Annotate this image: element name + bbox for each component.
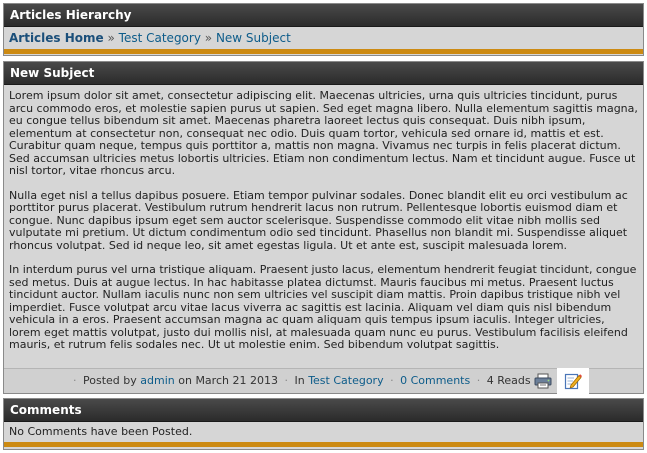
- comments-header: Comments: [4, 399, 643, 422]
- comments-link[interactable]: 0 Comments: [400, 374, 470, 387]
- author-link[interactable]: admin: [140, 374, 174, 387]
- breadcrumb-separator: »: [204, 31, 213, 45]
- breadcrumb-home-link[interactable]: Articles Home: [9, 31, 104, 45]
- printer-icon[interactable]: [532, 371, 554, 390]
- accent-divider: [4, 442, 643, 447]
- edit-icon[interactable]: [557, 368, 589, 394]
- article-meta-bar: · Posted by admin on March 21 2013 · In …: [4, 368, 643, 394]
- articles-hierarchy-panel: Articles Hierarchy Articles Home » Test …: [3, 3, 644, 56]
- meta-separator: ·: [390, 374, 394, 387]
- accent-divider: [4, 49, 643, 54]
- post-date: March 21 2013: [195, 374, 278, 387]
- breadcrumb-category-link[interactable]: Test Category: [119, 31, 201, 45]
- category-link[interactable]: Test Category: [308, 374, 383, 387]
- in-label: In: [294, 374, 305, 387]
- article-paragraph: Nulla eget nisl a tellus dapibus posuere…: [9, 188, 628, 252]
- no-comments-text: No Comments have been Posted.: [9, 425, 193, 438]
- breadcrumb-current-link[interactable]: New Subject: [216, 31, 291, 45]
- breadcrumb: Articles Home » Test Category » New Subj…: [4, 27, 643, 49]
- meta-separator: ·: [476, 374, 481, 387]
- article-title: New Subject: [4, 62, 643, 85]
- article-panel: New Subject Lorem ipsum dolor sit amet, …: [3, 61, 644, 394]
- article-paragraph: In interdum purus vel urna tristique ali…: [9, 263, 637, 351]
- meta-separator: ·: [73, 374, 77, 387]
- on-label: on: [178, 374, 192, 387]
- article-paragraph: Lorem ipsum dolor sit amet, consectetur …: [9, 89, 638, 177]
- comments-panel: Comments No Comments have been Posted.: [3, 398, 644, 450]
- breadcrumb-separator: »: [107, 31, 115, 45]
- meta-separator: ·: [284, 374, 288, 387]
- hierarchy-header: Articles Hierarchy: [4, 4, 643, 27]
- article-meta-info: · Posted by admin on March 21 2013 · In …: [70, 369, 544, 393]
- read-count: 4 Reads: [486, 374, 531, 387]
- posted-by-label: Posted by: [83, 374, 137, 387]
- article-body: Lorem ipsum dolor sit amet, consectetur …: [4, 85, 643, 352]
